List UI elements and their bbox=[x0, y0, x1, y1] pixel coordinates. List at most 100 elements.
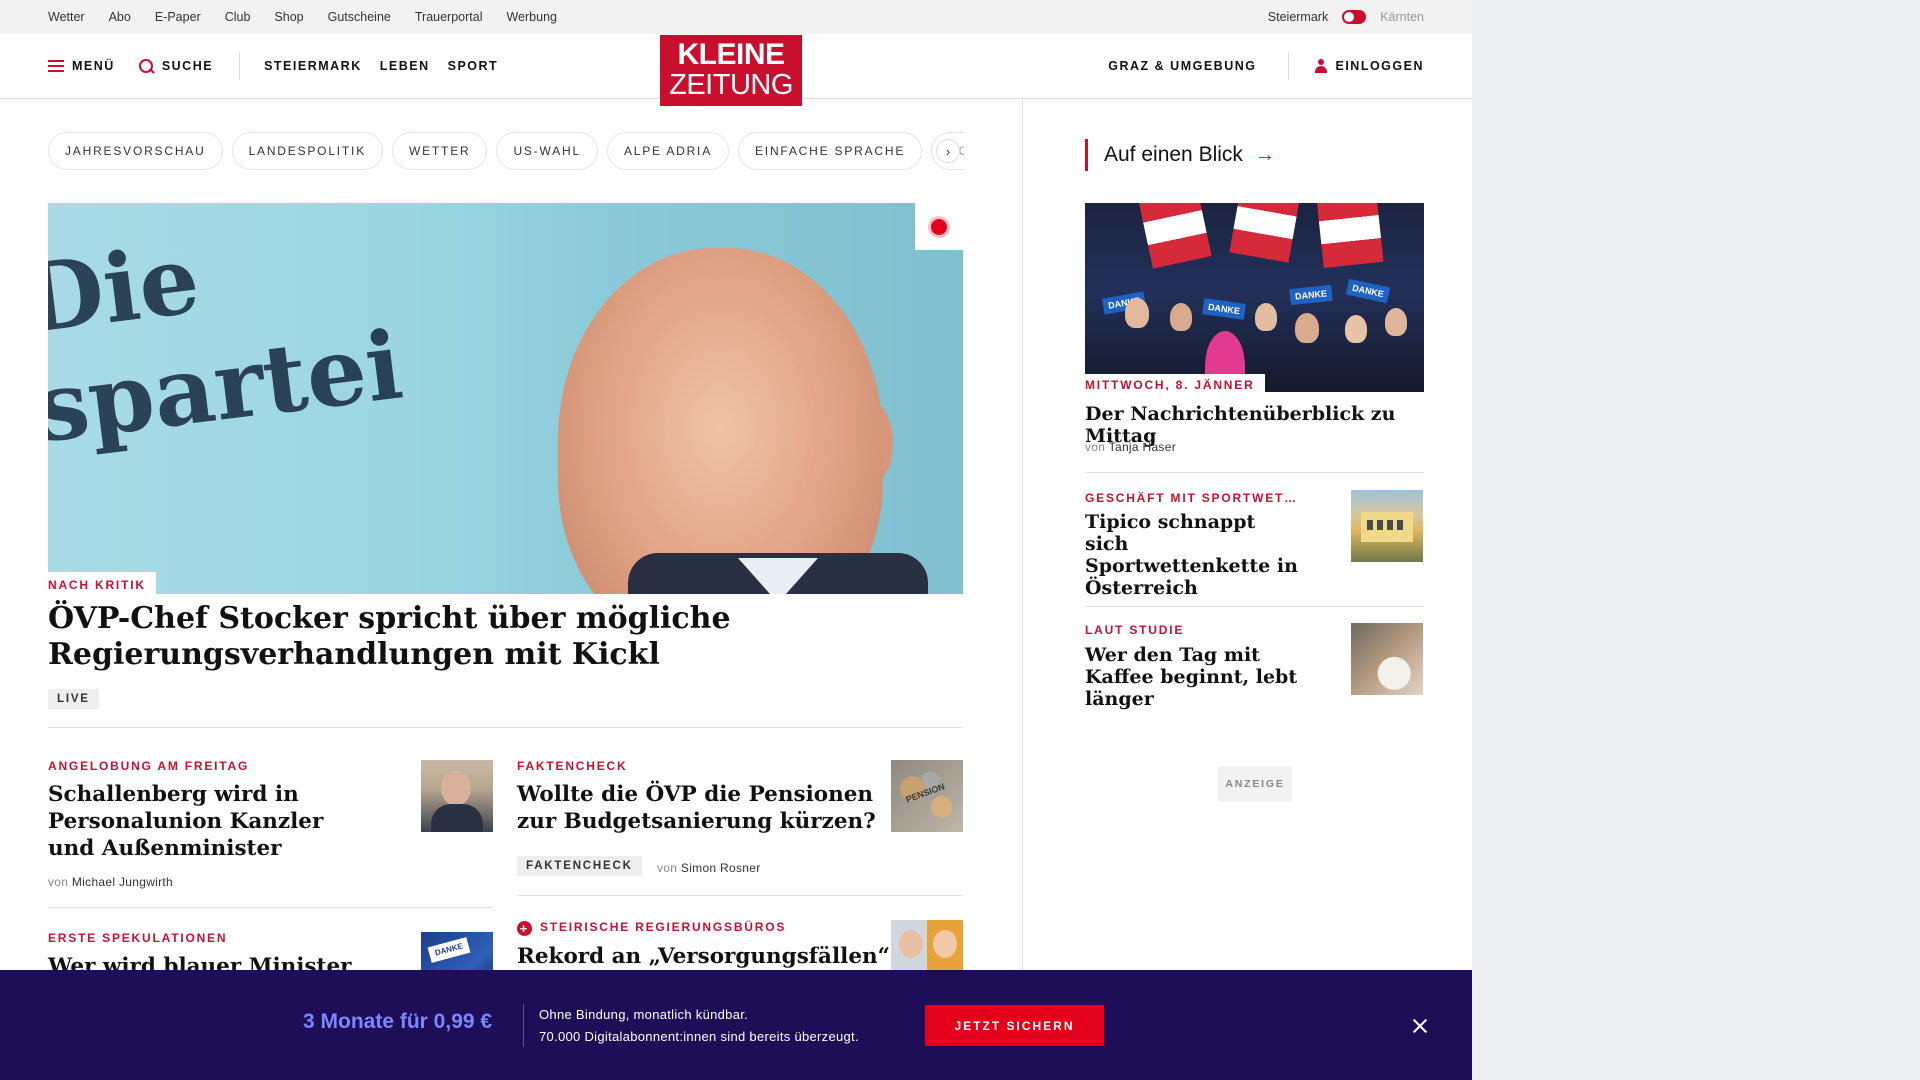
live-dot-icon bbox=[931, 218, 947, 235]
utility-links: Wetter Abo E-Paper Club Shop Gutscheine … bbox=[48, 0, 557, 34]
byline-von: von bbox=[657, 861, 678, 875]
chip-einfache-sprache[interactable]: EINFACHE SPRACHE bbox=[738, 132, 923, 170]
thumb-person-2-shape bbox=[933, 930, 957, 958]
region-steiermark[interactable]: Steiermark bbox=[1268, 10, 1328, 24]
article-1-byline: von Michael Jungwirth bbox=[48, 875, 173, 889]
thumb-pension-label: PENSION bbox=[904, 781, 947, 805]
hero-image[interactable]: Die spartei bbox=[48, 203, 963, 594]
crowd-person-5 bbox=[1295, 313, 1319, 343]
search-button[interactable]: SUCHE bbox=[138, 58, 214, 74]
utility-link-shop[interactable]: Shop bbox=[274, 10, 303, 24]
header-right: GRAZ & UMGEBUNG EINLOGGEN bbox=[1108, 34, 1424, 98]
sidebar-item-2-title[interactable]: Wer den Tag mit Kaffee beginnt, lebt län… bbox=[1085, 644, 1325, 710]
ad-label: ANZEIGE bbox=[1218, 766, 1292, 802]
chip-alpe-adria[interactable]: ALPE ADRIA bbox=[606, 132, 729, 170]
article-2-title[interactable]: Wollte die ÖVP die Pensionen zur Budgets… bbox=[517, 781, 887, 835]
article-1-separator bbox=[48, 907, 493, 908]
utility-bar: Wetter Abo E-Paper Club Shop Gutscheine … bbox=[0, 0, 1472, 34]
subscription-banner: 3 Monate für 0,99 € Ohne Bindung, monatl… bbox=[0, 970, 1472, 1080]
flag-shape-1 bbox=[1138, 203, 1212, 269]
thumb-sign-label: DANKE bbox=[427, 937, 471, 963]
thumb-person-1-shape bbox=[899, 930, 923, 958]
crowd-sign-3: DANKE bbox=[1289, 284, 1333, 306]
crowd-sign-4: DANKE bbox=[1345, 278, 1391, 304]
sidebar-separator-1 bbox=[1085, 472, 1424, 473]
region-link-graz[interactable]: GRAZ & UMGEBUNG bbox=[1108, 59, 1256, 73]
utility-link-gutscheine[interactable]: Gutscheine bbox=[328, 10, 391, 24]
site-logo[interactable]: KLEINE ZEITUNG bbox=[660, 35, 802, 106]
header-left: MENÜ SUCHE STEIERMARK LEBEN SPORT bbox=[48, 34, 498, 98]
article-4-kicker-text: STEIRISCHE REGIERUNGSBÜROS bbox=[540, 920, 787, 934]
byline-von: von bbox=[48, 875, 69, 889]
article-2-tag-row: FAKTENCHECK bbox=[517, 856, 642, 876]
sidebar-lead-author[interactable]: Tanja Haser bbox=[1109, 440, 1176, 454]
hero-separator bbox=[48, 727, 963, 728]
login-button[interactable]: EINLOGGEN bbox=[1315, 59, 1424, 73]
utility-link-wetter[interactable]: Wetter bbox=[48, 10, 85, 24]
article-1-author[interactable]: Michael Jungwirth bbox=[72, 875, 173, 889]
crowd-person-2 bbox=[1170, 303, 1192, 331]
article-1-title[interactable]: Schallenberg wird in Personalunion Kanzl… bbox=[48, 781, 348, 862]
hero-face-shape bbox=[558, 248, 883, 594]
logo-line-1: KLEINE bbox=[677, 38, 785, 71]
plus-icon: + bbox=[517, 921, 532, 936]
chip-landespolitik[interactable]: LANDESPOLITIK bbox=[231, 132, 383, 170]
menu-label: MENÜ bbox=[72, 59, 115, 73]
hero-kicker: NACH KRITIK bbox=[48, 572, 156, 594]
main-header: MENÜ SUCHE STEIERMARK LEBEN SPORT KLEINE… bbox=[0, 34, 1472, 106]
hero-live-tag: LIVE bbox=[48, 689, 99, 709]
utility-link-club[interactable]: Club bbox=[225, 10, 251, 24]
arrow-right-icon: → bbox=[1254, 143, 1275, 166]
utility-link-trauerportal[interactable]: Trauerportal bbox=[415, 10, 483, 24]
sidebar-item-1-kicker: GESCHÄFT MIT SPORTWET… bbox=[1085, 491, 1295, 505]
sidebar-item-2-thumbnail[interactable] bbox=[1351, 623, 1423, 695]
article-1-kicker: ANGELOBUNG AM FREITAG bbox=[48, 759, 250, 773]
crowd-person-7 bbox=[1385, 308, 1407, 336]
search-label: SUCHE bbox=[161, 59, 214, 73]
chevron-right-icon[interactable]: › bbox=[936, 139, 960, 163]
article-1-thumbnail[interactable] bbox=[421, 760, 493, 832]
article-2-author[interactable]: Simon Rosner bbox=[681, 861, 761, 875]
logo-line-2: ZEITUNG bbox=[669, 69, 793, 101]
hamburger-icon bbox=[48, 60, 64, 72]
byline-von: von bbox=[1085, 440, 1106, 454]
crowd-person-6 bbox=[1345, 315, 1367, 343]
region-kaernten[interactable]: Kärnten bbox=[1380, 10, 1424, 24]
hero-image-text: Die spartei bbox=[48, 203, 408, 465]
banner-description: Ohne Bindung, monatlich kündbar. 70.000 … bbox=[539, 1004, 859, 1048]
sidebar-separator-2 bbox=[1085, 606, 1424, 607]
utility-link-abo[interactable]: Abo bbox=[109, 10, 131, 24]
chip-wetter[interactable]: WETTER bbox=[392, 132, 488, 170]
article-2-thumbnail[interactable]: PENSION bbox=[891, 760, 963, 832]
sidebar-item-1-thumbnail[interactable] bbox=[1351, 490, 1423, 562]
live-indicator bbox=[915, 203, 963, 250]
flag-shape-3 bbox=[1316, 203, 1384, 268]
hero-image-text-content: Die spartei bbox=[48, 224, 409, 465]
thumb-building-shape bbox=[1361, 512, 1413, 542]
crowd-sign-2: DANKE bbox=[1202, 298, 1246, 320]
article-4-title[interactable]: Rekord an „Versorgungsfällen“ bbox=[517, 943, 897, 970]
chip-us-wahl[interactable]: US-WAHL bbox=[496, 132, 598, 170]
nav-sport[interactable]: SPORT bbox=[448, 59, 499, 73]
search-icon bbox=[138, 58, 154, 74]
subscribe-button[interactable]: JETZT SICHERN bbox=[925, 1005, 1104, 1046]
nav-steiermark[interactable]: STEIERMARK bbox=[264, 59, 362, 73]
utility-link-epaper[interactable]: E-Paper bbox=[155, 10, 201, 24]
sidebar-lead-byline: von Tanja Haser bbox=[1085, 440, 1176, 454]
close-icon[interactable] bbox=[1408, 1014, 1432, 1038]
sidebar-heading[interactable]: Auf einen Blick → bbox=[1085, 139, 1275, 171]
column-divider bbox=[1022, 99, 1023, 1080]
chip-jahresvorschau[interactable]: JAHRESVORSCHAU bbox=[48, 132, 223, 170]
thumb-suit-shape bbox=[431, 804, 483, 832]
article-2-separator bbox=[517, 895, 963, 896]
sidebar-lead-image[interactable]: DANKE DANKE DANKE DANKE bbox=[1085, 203, 1424, 392]
region-toggle[interactable] bbox=[1342, 10, 1367, 24]
sidebar-item-1-title[interactable]: Tipico schnappt sich Sportwettenkette in… bbox=[1085, 511, 1305, 599]
topic-chips: JAHRESVORSCHAU LANDESPOLITIK WETTER US-W… bbox=[48, 132, 964, 170]
banner-line-1: Ohne Bindung, monatlich kündbar. bbox=[539, 1007, 749, 1022]
article-2-kicker: FAKTENCHECK bbox=[517, 759, 628, 773]
menu-button[interactable]: MENÜ bbox=[48, 59, 115, 73]
nav-leben[interactable]: LEBEN bbox=[380, 59, 430, 73]
utility-link-werbung[interactable]: Werbung bbox=[506, 10, 557, 24]
hero-title[interactable]: ÖVP-Chef Stocker spricht über mögliche R… bbox=[48, 601, 948, 673]
